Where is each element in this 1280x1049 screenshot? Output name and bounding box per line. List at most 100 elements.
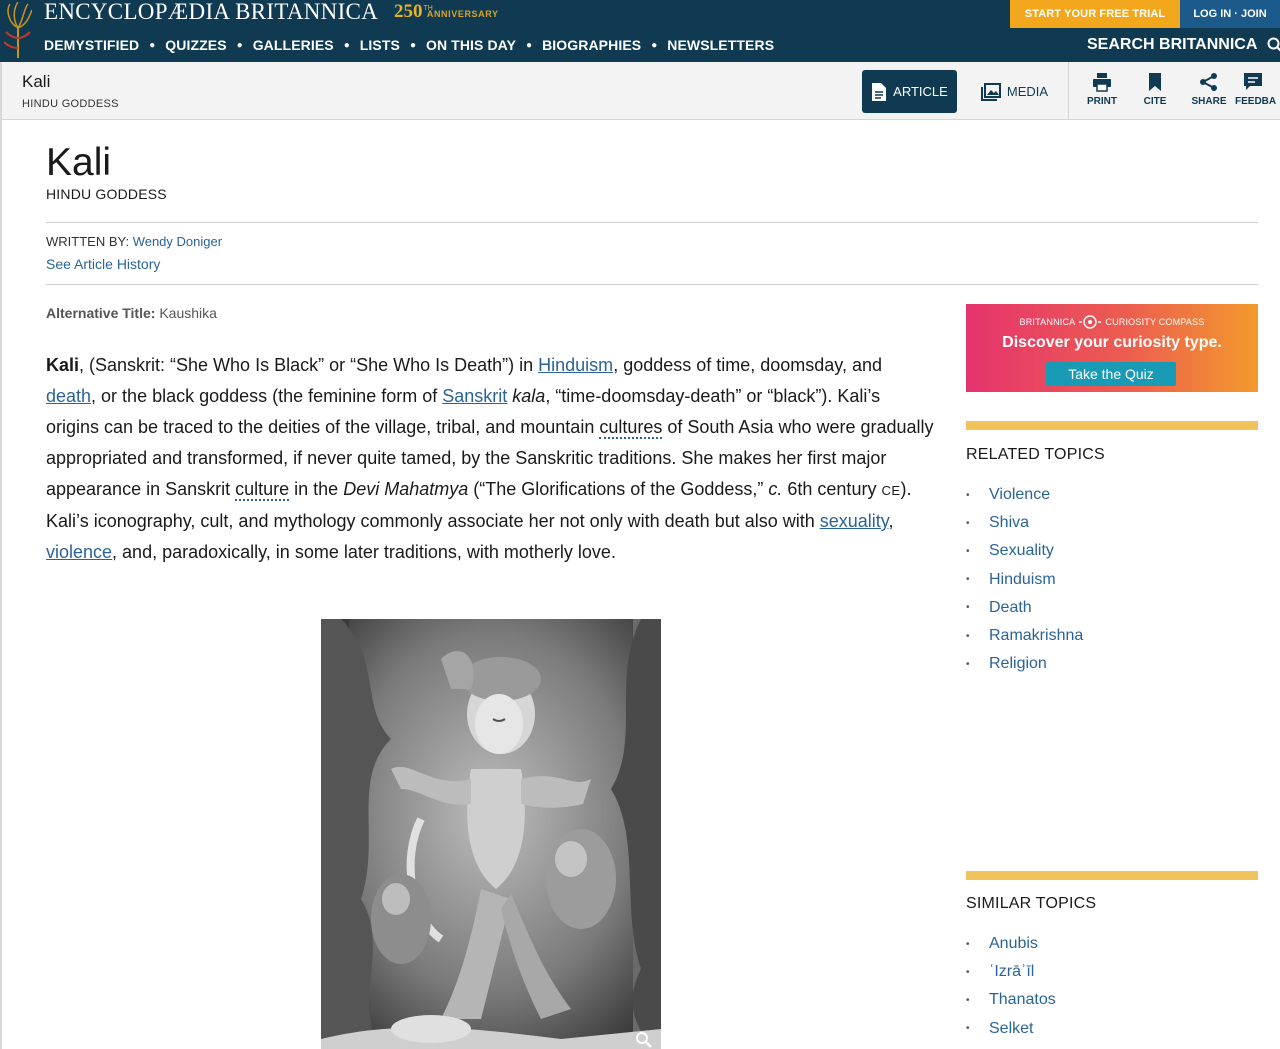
link-violence[interactable]: violence (46, 542, 112, 562)
kali-sculpture-image[interactable] (321, 619, 661, 1049)
list-item[interactable]: • Religion (966, 650, 1083, 678)
related-topics-heading: RELATED TOPICS (966, 446, 1105, 463)
related-topic-link[interactable]: Violence (989, 486, 1050, 504)
printer-icon (1093, 73, 1111, 92)
nav-separator: ● (651, 39, 658, 51)
image-gallery-icon (980, 82, 1001, 101)
related-topic-link[interactable]: Ramakrishna (989, 627, 1083, 645)
anniversary-badge: 250 TH ANNIVERSARY (394, 2, 499, 22)
anniversary-word: ANNIVERSARY (426, 9, 499, 19)
article-intro-paragraph: Kali, (Sanskrit: “She Who Is Black” or “… (46, 350, 936, 568)
nav-galleries[interactable]: GALLERIES (253, 37, 334, 53)
share-button[interactable]: SHARE (1181, 72, 1237, 107)
article-history-link[interactable]: See Article History (46, 256, 160, 272)
list-item[interactable]: • Violence (966, 481, 1083, 509)
bullet: • (966, 966, 970, 978)
divider (46, 284, 1258, 285)
nav-biographies[interactable]: BIOGRAPHIES (542, 37, 641, 53)
free-trial-button[interactable]: START YOUR FREE TRIAL (1010, 0, 1180, 28)
alt-title-label: Alternative Title: (46, 305, 156, 321)
bookmark-icon (1149, 73, 1161, 91)
sculpture-illustration (321, 619, 661, 1049)
print-label: PRINT (1087, 96, 1117, 107)
main-nav: DEMYSTIFIED ● QUIZZES ● GALLERIES ● LIST… (44, 34, 774, 56)
related-topic-link[interactable]: Religion (989, 655, 1047, 673)
list-item[interactable]: • ʿIzrāʾīl (966, 958, 1056, 986)
media-tab-label: MEDIA (1006, 84, 1049, 99)
feedback-label: FEEDBA (1235, 96, 1277, 107)
promo-brand-right: CURIOSITY COMPASS (1105, 317, 1205, 327)
bullet: • (966, 517, 970, 529)
link-sexuality[interactable]: sexuality (820, 511, 889, 531)
zoom-icon[interactable] (635, 1031, 653, 1049)
promo-headline: Discover your curiosity type. (1002, 334, 1222, 351)
nav-on-this-day[interactable]: ON THIS DAY (426, 37, 516, 53)
similar-topic-link[interactable]: Selket (989, 1020, 1033, 1038)
feedback-icon (1244, 73, 1262, 90)
list-item[interactable]: • Anubis (966, 930, 1056, 958)
dictionary-cultures[interactable]: cultures (599, 417, 663, 439)
toolbar-subtitle: HINDU GODDESS (22, 98, 119, 110)
bullet: • (966, 938, 970, 950)
login-join-button[interactable]: LOG IN · JOIN (1180, 0, 1280, 28)
toolbar-title: Kali (22, 72, 51, 91)
nav-separator: ● (409, 39, 416, 51)
nav-separator: ● (526, 39, 533, 51)
term-kala: kala (512, 386, 546, 406)
promo-brand-left: BRITANNICA (1019, 317, 1076, 327)
anniversary-number: 250 (394, 1, 423, 22)
cite-button[interactable]: CITE (1127, 72, 1183, 107)
take-quiz-button[interactable]: Take the Quiz (1046, 362, 1176, 386)
list-item[interactable]: • Shiva (966, 509, 1083, 537)
page-left-border (0, 62, 2, 1049)
document-icon (872, 82, 887, 101)
body-text: in the (289, 479, 344, 499)
list-item[interactable]: • Thanatos (966, 986, 1056, 1014)
thistle-logo-icon[interactable] (4, 2, 32, 58)
bullet: • (966, 1023, 970, 1035)
site-header: ENCYCLOPÆDIA BRITANNICA 250 TH ANNIVERSA… (0, 0, 1280, 62)
link-death[interactable]: death (46, 386, 91, 406)
print-button[interactable]: PRINT (1074, 72, 1130, 107)
list-item[interactable]: • Death (966, 594, 1083, 622)
curiosity-compass-promo[interactable]: BRITANNICA CURIOSITY COMPASS Discover yo… (966, 304, 1258, 392)
related-topics-list: • Violence • Shiva • Sexuality • Hinduism • D… (966, 481, 1083, 678)
author-link[interactable]: Wendy Doniger (133, 234, 222, 249)
nav-separator: ● (236, 39, 243, 51)
feedback-button[interactable]: FEEDBA (1235, 72, 1280, 107)
list-item[interactable]: • Ramakrishna (966, 622, 1083, 650)
nav-demystified[interactable]: DEMYSTIFIED (44, 37, 139, 53)
body-text: , (Sanskrit: “She Who Is Black” or “She … (79, 355, 539, 375)
nav-separator: ● (343, 39, 350, 51)
dictionary-culture[interactable]: culture (235, 479, 290, 501)
list-item[interactable]: • Sexuality (966, 537, 1083, 565)
cite-label: CITE (1143, 96, 1167, 107)
bullet: • (966, 602, 970, 614)
media-tab-button[interactable]: MEDIA (967, 70, 1062, 113)
related-topic-link[interactable]: Death (989, 599, 1032, 617)
bullet: • (966, 630, 970, 642)
bullet: • (966, 489, 970, 501)
body-text: , (888, 511, 894, 531)
search-icon (1267, 37, 1280, 52)
list-item[interactable]: • Hinduism (966, 566, 1083, 594)
link-sanskrit[interactable]: Sanskrit (442, 386, 507, 406)
related-topic-link[interactable]: Sexuality (989, 542, 1054, 560)
article-tab-label: ARTICLE (893, 84, 948, 99)
promo-brand-row: BRITANNICA CURIOSITY COMPASS (966, 314, 1258, 330)
share-label: SHARE (1191, 96, 1227, 107)
link-hinduism[interactable]: Hinduism (538, 355, 613, 375)
similar-topic-link[interactable]: ʿIzrāʾīl (989, 963, 1034, 981)
related-topic-link[interactable]: Hinduism (989, 571, 1056, 589)
related-topic-link[interactable]: Shiva (989, 514, 1029, 532)
nav-newsletters[interactable]: NEWSLETTERS (667, 37, 774, 53)
anniversary-suffix: TH (423, 5, 433, 12)
similar-topic-link[interactable]: Anubis (989, 935, 1038, 953)
list-item[interactable]: • Selket (966, 1015, 1056, 1043)
nav-quizzes[interactable]: QUIZZES (165, 37, 226, 53)
similar-topic-link[interactable]: Thanatos (989, 991, 1056, 1009)
article-tab-button[interactable]: ARTICLE (862, 70, 957, 113)
site-brand[interactable]: ENCYCLOPÆDIA BRITANNICA (44, 0, 378, 24)
search-britannica-link[interactable]: SEARCH BRITANNICA (1087, 34, 1280, 56)
nav-lists[interactable]: LISTS (360, 37, 400, 53)
